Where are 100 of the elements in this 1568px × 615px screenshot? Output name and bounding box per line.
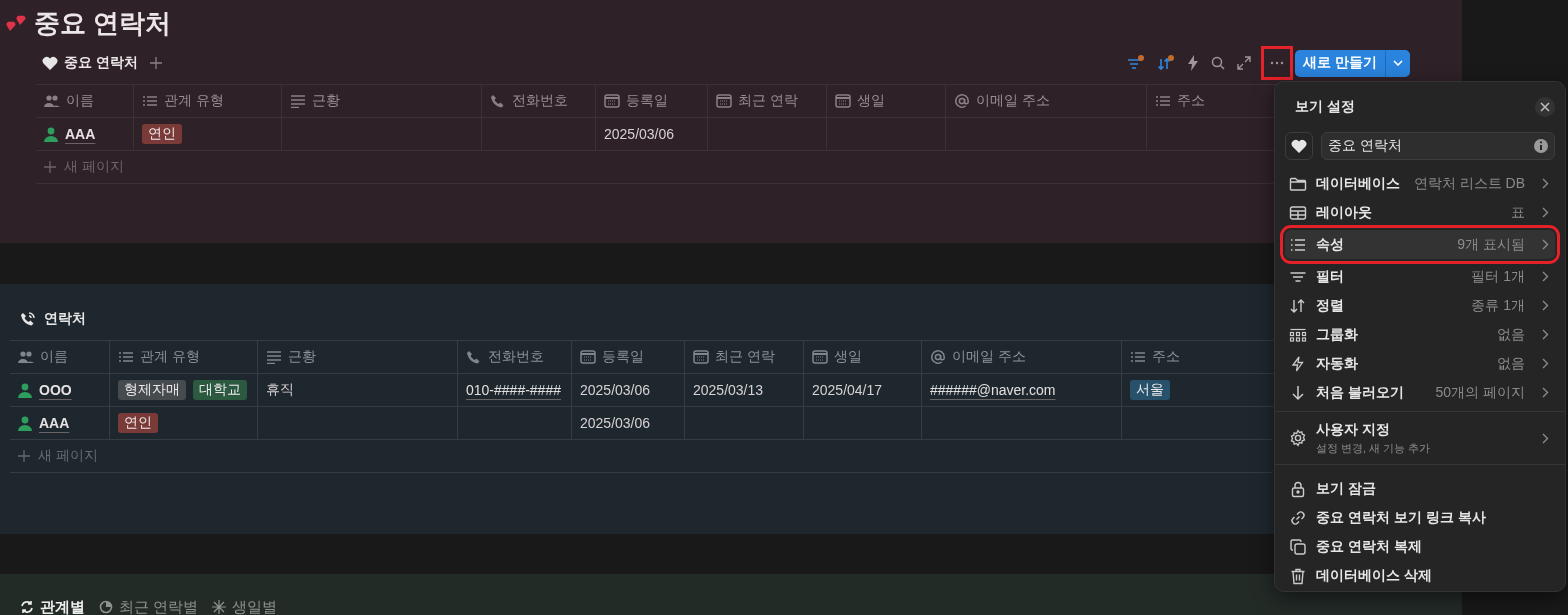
lightning-icon[interactable] — [1187, 55, 1200, 71]
table-cell: 2025/03/06 — [580, 382, 651, 398]
person-icon — [44, 126, 58, 142]
table-cell: 2025/03/06 — [580, 415, 651, 431]
more-icon — [1270, 61, 1285, 65]
tag: 연인 — [118, 413, 158, 433]
sort-icon[interactable] — [1157, 55, 1176, 71]
chevron-icon — [1542, 207, 1549, 218]
tag: 대학교 — [193, 380, 247, 400]
close-button[interactable] — [1535, 97, 1555, 117]
plus-icon — [44, 161, 56, 173]
column-header[interactable]: 최근 연락 — [715, 348, 775, 366]
table-cell: 휴직 — [266, 381, 294, 399]
name-link[interactable]: AAA — [65, 126, 96, 142]
refresh-icon — [20, 599, 34, 614]
column-header[interactable]: 이름 — [40, 348, 68, 366]
chevron-icon — [1542, 329, 1549, 340]
plus-icon — [18, 450, 30, 462]
list-icon — [118, 350, 134, 364]
tag: 형제자매 — [118, 380, 186, 400]
view-tab[interactable]: 관계별 — [20, 598, 85, 615]
heart-icon — [1291, 138, 1307, 154]
column-header[interactable]: 등록일 — [602, 348, 644, 366]
down-arrow-icon — [1289, 384, 1307, 401]
link-text[interactable]: 010-####-#### — [466, 382, 561, 398]
search-icon[interactable] — [1211, 56, 1226, 70]
tag: 서울 — [1130, 380, 1170, 400]
name-link[interactable]: OOO — [39, 382, 72, 398]
section-title: 연락처 — [44, 310, 86, 328]
grid-icon — [1289, 326, 1307, 343]
column-header[interactable]: 근황 — [312, 92, 340, 110]
new-button[interactable]: 새로 만들기 — [1295, 49, 1386, 77]
people-icon — [18, 350, 34, 364]
link-text[interactable]: ######@naver.com — [930, 382, 1056, 398]
table-cell: 2025/04/17 — [812, 382, 883, 398]
chevron-icon — [1542, 239, 1549, 250]
column-header[interactable]: 이메일 주소 — [952, 348, 1026, 366]
pie-icon — [99, 599, 113, 614]
customize-menu-item[interactable]: 사용자 지정 설정 변경, 새 기능 추가 — [1285, 416, 1555, 460]
info-icon — [1533, 138, 1549, 154]
menu-item[interactable]: 레이아웃 표 — [1285, 198, 1555, 227]
view-icon-button[interactable] — [1285, 132, 1313, 160]
menu-item[interactable]: 정렬 종류 1개 — [1285, 291, 1555, 320]
name-link[interactable]: AAA — [39, 415, 70, 431]
column-header[interactable]: 관계 유형 — [140, 348, 200, 366]
list-icon — [1130, 350, 1146, 364]
column-header[interactable]: 생일 — [857, 92, 885, 110]
phone-icon — [490, 94, 506, 108]
page-title: 중요 연락처 — [34, 6, 172, 40]
new-page-button[interactable]: 새 페이지 — [10, 447, 98, 465]
menu-item[interactable]: 데이터베이스 연락처 리스트 DB — [1285, 169, 1555, 198]
view-name-field[interactable]: 중요 연락처 — [1321, 132, 1555, 160]
menu-item[interactable]: 그룹화 없음 — [1285, 320, 1555, 349]
new-dropdown-button[interactable] — [1386, 49, 1410, 77]
calendar-icon — [835, 94, 851, 108]
calendar-icon — [604, 94, 620, 108]
menu-item[interactable]: 처음 불러오기 50개의 페이지 — [1285, 378, 1555, 407]
column-header[interactable]: 등록일 — [626, 92, 668, 110]
view-tab[interactable]: 생일별 — [212, 598, 278, 615]
person-icon — [18, 382, 32, 398]
expand-icon[interactable] — [1237, 56, 1252, 70]
lock-icon — [1289, 479, 1307, 498]
chevron-icon — [1542, 358, 1549, 369]
view-tab[interactable]: 최근 연락별 — [99, 598, 199, 615]
column-header[interactable]: 생일 — [834, 348, 862, 366]
calendar-icon — [693, 350, 709, 364]
column-header[interactable]: 주소 — [1177, 92, 1205, 110]
column-header[interactable]: 전화번호 — [512, 92, 568, 110]
menu-item[interactable]: 보기 잠금 — [1285, 474, 1555, 503]
menu-item[interactable]: 자동화 없음 — [1285, 349, 1555, 378]
column-header[interactable]: 전화번호 — [488, 348, 544, 366]
chevron-icon — [1542, 271, 1549, 282]
new-page-button[interactable]: 새 페이지 — [36, 158, 124, 176]
chevron-icon — [1542, 387, 1549, 398]
link-icon — [1289, 508, 1307, 527]
calendar-icon — [580, 350, 596, 364]
gear-icon — [1289, 429, 1307, 447]
add-view-icon[interactable] — [149, 57, 162, 69]
column-header[interactable]: 근황 — [288, 348, 316, 366]
column-header[interactable]: 이름 — [66, 92, 94, 110]
table-cell: 2025/03/13 — [693, 382, 764, 398]
column-header[interactable]: 이메일 주소 — [976, 92, 1050, 110]
list-icon — [1289, 236, 1307, 253]
menu-item[interactable]: 중요 연락처 복제 — [1285, 532, 1555, 561]
column-header[interactable]: 주소 — [1152, 348, 1180, 366]
column-header[interactable]: 최근 연락 — [738, 92, 798, 110]
caret-icon — [1393, 60, 1403, 66]
menu-item[interactable]: 데이터베이스 삭제 — [1285, 561, 1555, 590]
more-button[interactable] — [1261, 46, 1294, 80]
menu-item[interactable]: 중요 연락처 보기 링크 복사 — [1285, 503, 1555, 532]
column-header[interactable]: 관계 유형 — [164, 92, 224, 110]
close-icon — [1540, 102, 1550, 112]
menu-item[interactable]: 필터 필터 1개 — [1285, 262, 1555, 291]
at-sign-icon — [930, 350, 946, 364]
table-cell: 2025/03/06 — [604, 126, 675, 142]
menu-title: 보기 설정 — [1295, 98, 1355, 116]
view-tab[interactable]: 중요 연락처 — [42, 50, 138, 76]
filter-icon[interactable] — [1127, 55, 1146, 71]
chevron-icon — [1542, 178, 1549, 189]
sparkle-icon — [212, 599, 227, 614]
